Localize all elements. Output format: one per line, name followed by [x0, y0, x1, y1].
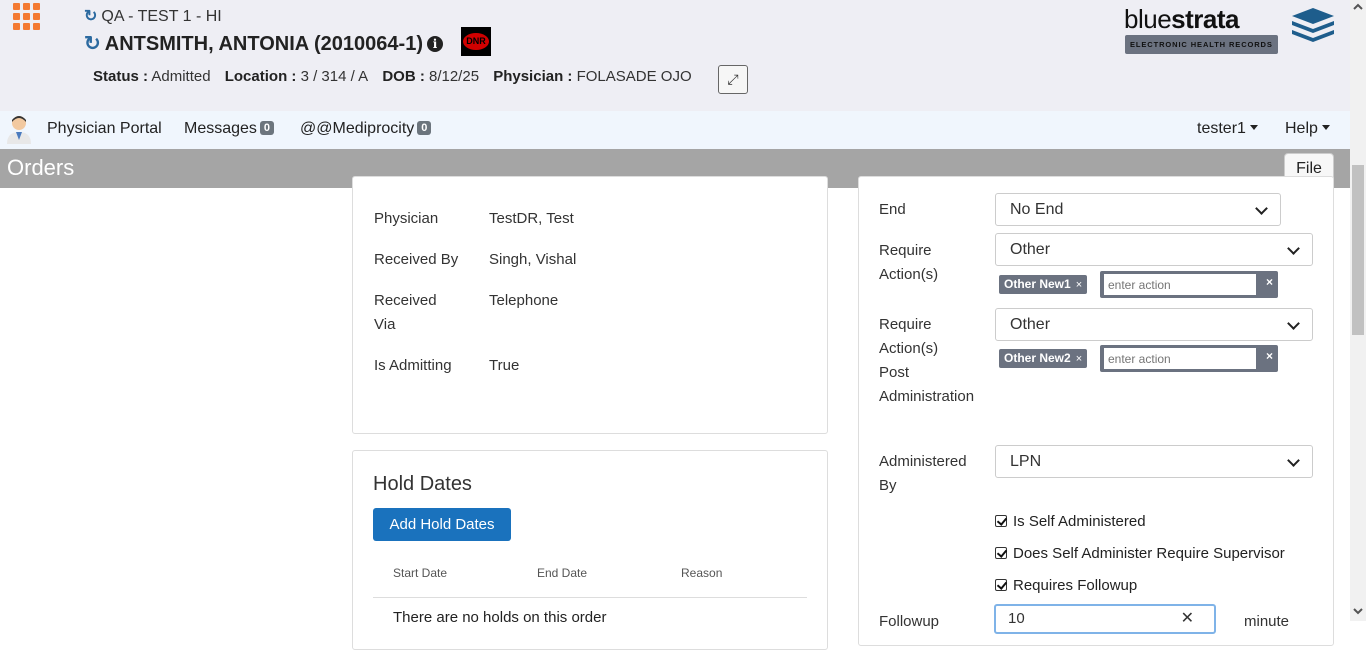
require-actions-label: Require Action(s)	[879, 242, 939, 283]
chevron-down-icon	[1287, 317, 1300, 330]
action-tag[interactable]: Other New2 ×	[999, 349, 1088, 368]
patient-name: ↻ ANTSMITH, ANTONIA (2010064-1) i	[84, 31, 443, 56]
patient-status-line: Status : Admitted Location : 3 / 314 / A…	[93, 68, 692, 85]
caret-down-icon	[1321, 125, 1330, 130]
require-supervisor-checkbox[interactable]: Does Self Administer Require Supervisor	[995, 545, 1285, 562]
checkbox-checked-icon[interactable]	[995, 515, 1007, 527]
top-navbar: Physician Portal Messages 0 @@Mediprocity…	[0, 111, 1350, 149]
caret-down-icon	[1249, 125, 1258, 130]
table-divider	[373, 597, 807, 598]
bluestrata-logo: bluestrata ELECTRONIC HEALTH RECORDS	[1124, 4, 1336, 54]
order-details-card: Physician TestDR, Test Received By Singh…	[352, 176, 828, 434]
apps-grid-icon[interactable]	[13, 3, 41, 30]
page-scrollbar[interactable]	[1350, 0, 1366, 621]
detail-value: Telephone	[489, 292, 559, 309]
end-label: End	[879, 201, 906, 218]
self-administered-checkbox[interactable]: Is Self Administered	[995, 513, 1146, 530]
add-hold-dates-button[interactable]: Add Hold Dates	[373, 508, 511, 541]
mediprocity-count-badge: 0	[417, 121, 432, 135]
expand-icon: ⤢	[727, 71, 739, 87]
user-menu[interactable]: tester1	[1197, 120, 1258, 138]
physician-portal-link[interactable]: Physician Portal	[47, 120, 162, 138]
hold-dates-title: Hold Dates	[373, 473, 472, 495]
scroll-down-icon[interactable]	[1353, 606, 1363, 616]
mediprocity-link[interactable]: @@Mediprocity 0	[300, 120, 432, 138]
administered-by-select[interactable]: LPN	[995, 445, 1313, 478]
hold-dates-card: Hold Dates Add Hold Dates Start Date End…	[352, 450, 828, 650]
chevron-down-icon	[1287, 454, 1300, 467]
action-tag[interactable]: Other New1 ×	[999, 275, 1088, 294]
refresh-icon[interactable]: ↻	[84, 31, 101, 56]
facility-name: ↻ QA - TEST 1 - HI	[84, 6, 222, 26]
post-admin-actions-label: Require Action(s) Post Administration	[879, 316, 975, 405]
end-select[interactable]: No End	[995, 193, 1281, 226]
page-title: Orders	[7, 155, 75, 180]
layers-logo-icon	[1292, 8, 1334, 42]
require-actions-select[interactable]: Other	[995, 233, 1313, 266]
column-header-start-date[interactable]: Start Date	[393, 566, 447, 580]
doctor-avatar-icon	[7, 116, 31, 144]
detail-label: Received By	[374, 251, 459, 268]
clear-icon[interactable]: ✕	[1181, 606, 1194, 632]
column-header-end-date[interactable]: End Date	[537, 566, 587, 580]
followup-input[interactable]: 10 ✕	[994, 604, 1216, 634]
action-input-wrapper: ×	[1100, 345, 1278, 372]
info-icon[interactable]: i	[426, 36, 443, 52]
remove-tag-icon[interactable]: ×	[1076, 279, 1082, 291]
administered-by-label: Administered By	[879, 453, 967, 494]
dnr-badge: DNR	[461, 27, 491, 56]
detail-label: Received Via	[374, 292, 437, 333]
action-input-wrapper: ×	[1100, 271, 1278, 298]
enter-action-input[interactable]	[1104, 348, 1256, 369]
detail-value: True	[489, 357, 520, 374]
refresh-icon[interactable]: ↻	[84, 6, 97, 26]
scrollbar-thumb[interactable]	[1352, 165, 1364, 335]
scroll-up-icon[interactable]	[1353, 2, 1363, 12]
chevron-down-icon	[1255, 202, 1268, 215]
empty-holds-message: There are no holds on this order	[393, 609, 607, 626]
clear-input-icon[interactable]: ×	[1266, 275, 1273, 289]
clear-input-icon[interactable]: ×	[1266, 349, 1273, 363]
remove-tag-icon[interactable]: ×	[1076, 353, 1082, 365]
column-header-reason[interactable]: Reason	[681, 566, 722, 580]
messages-count-badge: 0	[259, 121, 275, 135]
detail-label: Physician	[374, 210, 439, 227]
patient-header: ↻ QA - TEST 1 - HI ↻ ANTSMITH, ANTONIA (20…	[0, 0, 1350, 111]
chevron-down-icon	[1287, 242, 1300, 255]
enter-action-input[interactable]	[1104, 274, 1256, 295]
detail-value: Singh, Vishal	[489, 251, 577, 268]
detail-value: TestDR, Test	[489, 210, 574, 227]
expand-button[interactable]: ⤢	[718, 65, 748, 94]
post-admin-actions-select[interactable]: Other	[995, 308, 1313, 341]
help-menu[interactable]: Help	[1285, 120, 1330, 138]
followup-unit: minute	[1244, 613, 1290, 630]
detail-label: Is Admitting	[374, 357, 452, 374]
checkbox-checked-icon[interactable]	[995, 579, 1007, 591]
messages-link[interactable]: Messages 0	[184, 120, 275, 138]
followup-label: Followup	[879, 613, 940, 630]
checkbox-checked-icon[interactable]	[995, 547, 1007, 559]
requires-followup-checkbox[interactable]: Requires Followup	[995, 577, 1137, 594]
